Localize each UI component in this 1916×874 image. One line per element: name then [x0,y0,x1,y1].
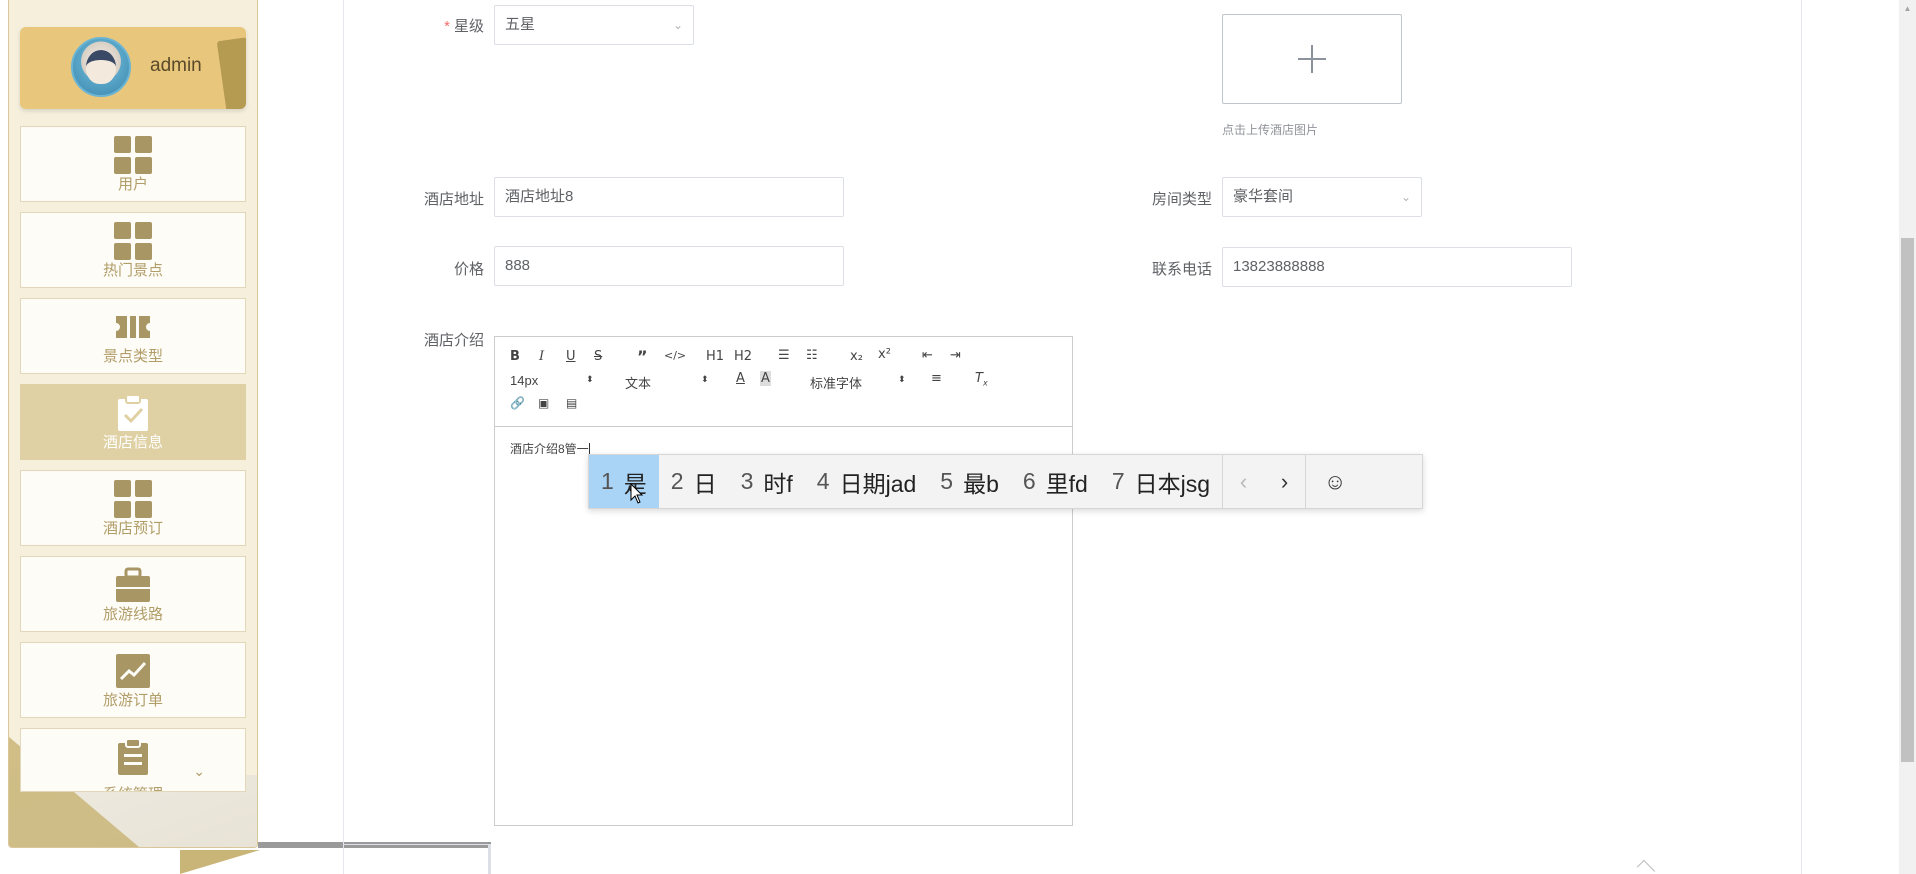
image-icon[interactable]: ▣ [538,396,549,410]
superscript-button[interactable]: x² [878,347,891,362]
quote-button[interactable]: ” [637,347,648,366]
price-field[interactable]: 888 [494,246,844,286]
address-field[interactable]: 酒店地址8 [494,177,844,217]
h1-button[interactable]: H1 [706,349,724,364]
editor-toolbar: B I U S ” </> H1 H2 ☰ ☷ x₂ x² ⇤ ⇥ 14px ⬍ … [495,337,1072,427]
intro-label: 酒店介绍 [423,332,484,349]
sidebar-item-label: 旅游订单 [102,692,163,709]
chevron-down-icon[interactable]: ⌄ [193,763,205,780]
phone-field[interactable]: 13823888888 [1222,247,1572,287]
grid-icon [114,480,152,518]
back-to-top-icon[interactable] [1636,859,1656,874]
rich-text-editor[interactable]: B I U S ” </> H1 H2 ☰ ☷ x₂ x² ⇤ ⇥ 14px ⬍ … [494,336,1073,826]
sidebar-item-label: 热门景点 [102,262,163,279]
italic-button[interactable]: I [539,349,544,364]
sidebar-item-travel-routes[interactable]: 旅游线路 [20,556,246,632]
bottom-panel-edge [343,844,491,874]
ime-prev-page-button[interactable]: ‹ [1223,455,1264,508]
sidebar-item-travel-orders[interactable]: 旅游订单 [20,642,246,718]
ime-candidate[interactable]: 4 日期jad [805,455,929,508]
sidebar-menu: 用户 热门景点 景点类型 酒店信息 酒店预订 旅游线路 旅游订单 ⌄ [20,126,246,802]
grid-icon [114,136,152,174]
sidebar-item-hotel-booking[interactable]: 酒店预订 [20,470,246,546]
ime-candidate[interactable]: 5 最b [928,455,1011,508]
outdent-icon[interactable]: ⇤ [922,348,933,363]
ordered-list-icon[interactable]: ☰ [778,348,790,363]
indent-icon[interactable]: ⇥ [950,348,961,363]
grid-icon [114,222,152,260]
sidebar-item-label: 用户 [117,176,148,193]
bold-button[interactable]: B [510,349,520,364]
star-select-value: 五星 [505,16,536,33]
bullet-list-icon[interactable]: ☷ [806,348,818,363]
subscript-button[interactable]: x₂ [850,349,863,364]
align-left-icon[interactable]: ≡ [931,371,942,386]
sidebar-item-label: 酒店预订 [102,520,163,537]
ime-candidate[interactable]: 1是 [589,455,659,508]
ime-candidate[interactable]: 3 时f [729,455,805,508]
h2-button[interactable]: H2 [734,349,752,364]
chart-icon [116,654,150,688]
scroll-up-icon[interactable]: ▲ [1899,0,1916,17]
content-border-left [343,0,344,874]
sidebar-item-hot-attractions[interactable]: 热门景点 [20,212,246,288]
video-icon[interactable]: ▤ [566,396,577,410]
upload-tip: 点击上传酒店图片 [1222,123,1319,137]
room-type-select[interactable]: 豪华套间 ⌄ [1222,177,1422,217]
content-border-right [1801,0,1802,874]
star-label: * 星级 [444,18,484,35]
room-type-value: 豪华套间 [1233,188,1294,205]
mouse-cursor-icon [630,483,644,504]
chevron-down-icon: ⌄ [1400,190,1411,204]
editor-content[interactable]: 酒店介绍8管一 [510,440,590,457]
clipboard-list-icon [118,738,148,775]
sidebar-item-system-management[interactable]: 系统管理 ⌄ [20,728,246,792]
profile-ribbon [216,37,246,109]
avatar[interactable] [71,37,131,97]
sidebar-item-label: 旅游线路 [102,606,163,623]
ime-next-page-button[interactable]: › [1264,455,1305,508]
chevron-down-icon: ⌄ [672,18,683,32]
ime-candidate[interactable]: 6 里fd [1011,455,1100,508]
sidebar-item-label: 景点类型 [102,348,163,365]
background-color-icon[interactable]: A [760,371,771,386]
underline-button[interactable]: U [566,349,576,364]
page-scrollbar[interactable]: ▲ [1899,0,1916,874]
briefcase-icon [116,567,150,602]
ime-candidate-bar: 1是 2日 3 时f 4 日期jad 5 最b 6 里fd 7 日本jsg ‹ › ☺ [588,454,1423,509]
price-label: 价格 [453,261,484,278]
required-mark: * [444,18,450,35]
hotel-image-upload[interactable] [1222,14,1402,104]
user-profile-card: admin [20,27,246,109]
star-select[interactable]: 五星 ⌄ [494,5,694,45]
ticket-icon [116,316,150,338]
strike-button[interactable]: S [594,349,602,364]
font-family-select[interactable]: 标准字体 ⬍ [810,373,906,392]
sidebar-item-label: 系统管理 [103,783,163,791]
user-name: admin [150,55,202,76]
phone-label: 联系电话 [1151,261,1212,278]
header-select[interactable]: 文本 ⬍ [625,373,709,392]
sidebar-item-hotel-info[interactable]: 酒店信息 [20,384,246,460]
scrollbar-thumb[interactable] [1901,238,1914,762]
sidebar-item-attraction-types[interactable]: 景点类型 [20,298,246,374]
room-type-label: 房间类型 [1151,191,1212,208]
code-button[interactable]: </> [664,349,686,362]
link-icon[interactable]: 🔗 [510,396,525,410]
clear-format-icon[interactable]: Tx [975,371,988,388]
sidebar: admin 用户 热门景点 景点类型 酒店信息 酒店预订 旅游线路 旅游订单 ⌄ [8,0,258,848]
address-label: 酒店地址 [423,191,484,208]
font-color-icon[interactable]: A [736,371,745,386]
app-root: admin 用户 热门景点 景点类型 酒店信息 酒店预订 旅游线路 旅游订单 ⌄… [0,0,1916,874]
font-size-select[interactable]: 14px ⬍ [510,373,594,388]
sidebar-item-label: 酒店信息 [102,434,163,451]
sidebar-item-users[interactable]: 用户 [20,126,246,202]
ime-candidate[interactable]: 7 日本jsg [1100,455,1222,508]
footer-decoration [180,850,260,874]
emoji-icon[interactable]: ☺ [1306,455,1364,508]
clipboard-check-icon [118,394,148,431]
ime-candidate[interactable]: 2日 [659,455,729,508]
